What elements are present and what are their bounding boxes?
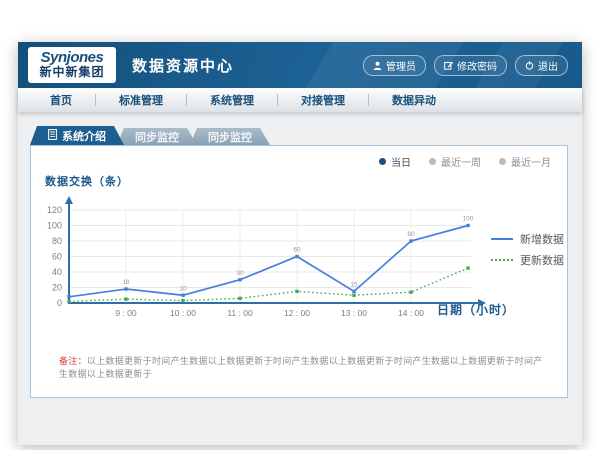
tab-sync-monitor-1[interactable]: 同步监控 xyxy=(117,128,197,145)
admin-user-button[interactable]: 管理员 xyxy=(363,55,426,76)
nav-item-standard-mgmt[interactable]: 标准管理 xyxy=(96,92,186,108)
tab-label: 系统介绍 xyxy=(62,128,106,144)
svg-text:12 : 00: 12 : 00 xyxy=(284,308,310,318)
change-password-label: 修改密码 xyxy=(457,58,497,73)
nav-item-interface-mgmt[interactable]: 对接管理 xyxy=(278,92,368,108)
chart-panel: 当日 最近一周 最近一月 数据交换（条） 0204060801001209 : … xyxy=(30,145,568,398)
legend-item-updated-data[interactable]: 更新数据 xyxy=(491,249,564,270)
svg-text:80: 80 xyxy=(407,231,415,238)
content-area: 系统介绍 同步监控 同步监控 当日 最近一周 xyxy=(18,112,582,445)
legend-label: 更新数据 xyxy=(520,252,564,268)
svg-text:30: 30 xyxy=(236,270,244,277)
svg-text:100: 100 xyxy=(47,221,62,231)
edit-icon xyxy=(444,61,453,70)
chart-legend: 新增数据 更新数据 xyxy=(491,228,564,270)
logout-label: 退出 xyxy=(538,58,558,73)
svg-text:60: 60 xyxy=(52,252,62,262)
tab-sync-monitor-2[interactable]: 同步监控 xyxy=(190,128,270,145)
dotted-line-icon xyxy=(491,259,513,261)
legend-item-new-data[interactable]: 新增数据 xyxy=(491,228,564,249)
svg-text:20: 20 xyxy=(52,283,62,293)
svg-text:18: 18 xyxy=(122,279,130,286)
svg-text:9 : 00: 9 : 00 xyxy=(115,308,137,318)
app-window: Synjones 新中新集团 数据资源中心 管理员 修改密码 退出 xyxy=(18,42,582,445)
nav-item-data-change[interactable]: 数据异动 xyxy=(369,92,459,108)
svg-text:13 : 00: 13 : 00 xyxy=(341,308,367,318)
tab-label: 同步监控 xyxy=(135,129,179,145)
svg-text:60: 60 xyxy=(293,247,301,254)
svg-text:100: 100 xyxy=(463,216,474,223)
header-actions: 管理员 修改密码 退出 xyxy=(363,55,568,76)
svg-text:10 : 00: 10 : 00 xyxy=(170,308,196,318)
footnote-prefix: 备注： xyxy=(59,356,87,366)
nav-item-home[interactable]: 首页 xyxy=(18,92,95,108)
solid-line-icon xyxy=(491,238,513,240)
company-logo: Synjones 新中新集团 xyxy=(28,47,116,84)
svg-text:80: 80 xyxy=(52,236,62,246)
tab-system-intro[interactable]: 系统介绍 xyxy=(30,126,124,145)
svg-text:120: 120 xyxy=(47,205,62,215)
logo-text-cn: 新中新集团 xyxy=(34,66,110,79)
logo-text-en: Synjones xyxy=(34,50,110,67)
header-bar: Synjones 新中新集团 数据资源中心 管理员 修改密码 退出 xyxy=(18,42,582,88)
footnote: 备注：以上数据更新于时间产生数据以上数据更新于时间产生数据以上数据更新于时间产生… xyxy=(59,354,547,380)
nav-item-system-mgmt[interactable]: 系统管理 xyxy=(187,92,277,108)
main-navigation: 首页 标准管理 系统管理 对接管理 数据异动 xyxy=(18,88,582,112)
svg-text:15: 15 xyxy=(350,281,358,288)
svg-text:11 : 00: 11 : 00 xyxy=(227,308,253,318)
user-icon xyxy=(373,61,382,70)
power-icon xyxy=(525,61,534,70)
legend-label: 新增数据 xyxy=(520,231,564,247)
svg-text:40: 40 xyxy=(52,267,62,277)
svg-text:10: 10 xyxy=(179,285,187,292)
admin-user-label: 管理员 xyxy=(386,58,416,73)
page-title: 数据资源中心 xyxy=(132,55,234,76)
document-icon xyxy=(48,129,57,143)
tab-label: 同步监控 xyxy=(208,129,252,145)
svg-text:0: 0 xyxy=(57,298,62,308)
svg-text:14 : 00: 14 : 00 xyxy=(398,308,424,318)
tab-bar: 系统介绍 同步监控 同步监控 xyxy=(30,126,270,145)
change-password-button[interactable]: 修改密码 xyxy=(434,55,507,76)
logout-button[interactable]: 退出 xyxy=(515,55,568,76)
footnote-text: 以上数据更新于时间产生数据以上数据更新于时间产生数据以上数据更新于时间产生数据以… xyxy=(59,356,543,379)
x-axis-title: 日期（小时） xyxy=(437,301,515,318)
